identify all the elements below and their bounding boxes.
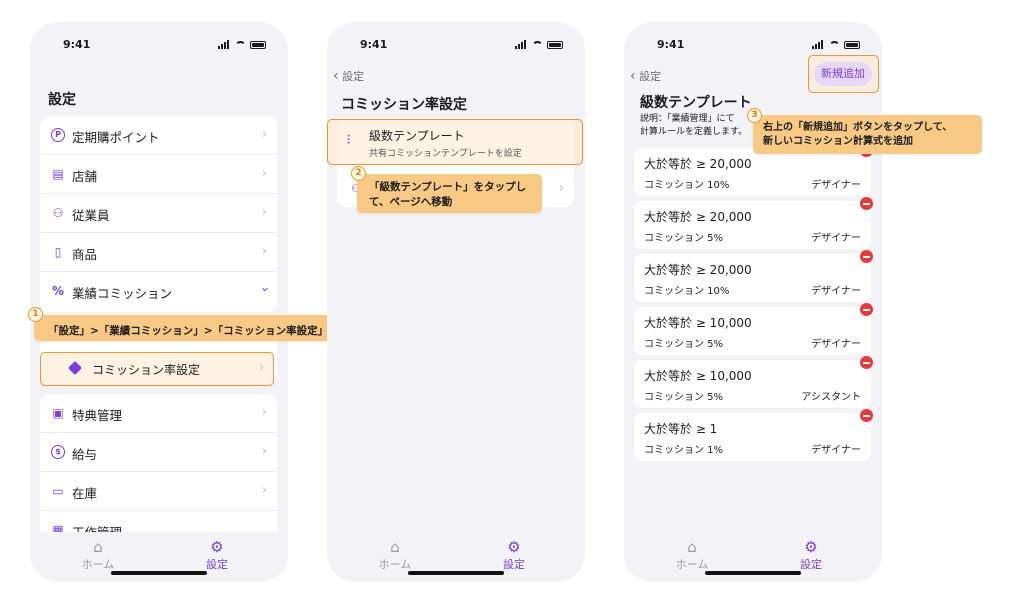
settings-item-inventory[interactable]: ▭ 在庫 › xyxy=(40,472,277,511)
home-indicator xyxy=(705,571,801,575)
gear-icon: ⚙ xyxy=(507,538,521,556)
settings-list-2: ▣ 特典管理 › $ 給与 › ▭ 在庫 › ▦ 工作管理 xyxy=(40,394,277,544)
status-bar: 9:41 xyxy=(327,38,585,52)
chevron-down-icon: › xyxy=(256,286,272,293)
staff-icon: ⚇ xyxy=(52,206,64,220)
salary-icon: $ xyxy=(51,445,65,459)
home-icon: ⌂ xyxy=(687,538,697,556)
chevron-right-icon: › xyxy=(261,127,267,142)
tab-bar: ⌂ ホーム ⚙ 設定 xyxy=(30,532,288,582)
rules-list: 大於等於 ≥ 20,000 コミッション 10% デザイナー 大於等於 ≥ 20… xyxy=(634,144,873,468)
home-indicator xyxy=(408,571,504,575)
tab-bar: ⌂ ホーム ⚙ 設定 xyxy=(327,532,585,582)
battery-icon xyxy=(547,40,563,49)
percent-icon: % xyxy=(51,284,65,298)
points-icon: P xyxy=(51,128,65,142)
chevron-right-icon: › xyxy=(558,181,564,196)
settings-item-staff[interactable]: ⚇ 従業員 › xyxy=(40,194,277,233)
page-title: 設定 xyxy=(48,92,76,108)
settings-item-store[interactable]: ▤ 店舗 › xyxy=(40,155,277,194)
settings-item-salary[interactable]: $ 給与 › xyxy=(40,433,277,472)
store-icon: ▤ xyxy=(52,167,64,181)
page-description: 説明：「業績管理」にて 計算ルールを定義します。 xyxy=(640,114,748,137)
status-time: 9:41 xyxy=(657,38,685,51)
chevron-right-icon: › xyxy=(261,205,267,220)
wifi-icon xyxy=(829,40,840,49)
phone-tier-template: 9:41 ‹ 設定 級数テンプレート 説明：「業績管理」にて 計算ルールを定義し… xyxy=(624,22,882,582)
page-title: 級数テンプレート xyxy=(640,95,752,111)
phone-commission-rate: 9:41 ‹ 設定 コミッション率設定 ⫶ 級数テンプレート 共有コミッションテ… xyxy=(327,22,585,582)
signal-icon xyxy=(515,40,528,49)
delete-icon[interactable] xyxy=(860,197,873,210)
delete-icon[interactable] xyxy=(860,356,873,369)
list-item[interactable]: 大於等於 ≥ 20,000 コミッション 10% デザイナー xyxy=(634,144,873,196)
tab-home[interactable]: ⌂ ホーム xyxy=(662,538,722,572)
chevron-right-icon: › xyxy=(261,244,267,259)
wifi-icon xyxy=(532,40,543,49)
delete-icon[interactable] xyxy=(860,303,873,316)
step-number-1: 1 xyxy=(28,307,43,322)
tab-home[interactable]: ⌂ ホーム xyxy=(68,538,128,572)
list-item[interactable]: 大於等於 ≥ 1 コミッション 1% デザイナー xyxy=(634,409,873,461)
home-icon: ⌂ xyxy=(390,538,400,556)
delete-icon[interactable] xyxy=(860,409,873,422)
diamond-icon xyxy=(67,360,83,376)
delete-icon[interactable] xyxy=(860,250,873,263)
gear-icon: ⚙ xyxy=(210,538,224,556)
settings-item-points[interactable]: P 定期購ポイント › xyxy=(40,116,277,155)
callout-step-3: 右上の「新規追加」ボタンをタップして、 新しいコミッション計算式を追加 xyxy=(753,115,982,154)
chevron-right-icon: › xyxy=(258,360,264,375)
status-time: 9:41 xyxy=(360,38,388,51)
chevron-right-icon: › xyxy=(261,405,267,420)
add-new-button[interactable]: 新規追加 xyxy=(814,62,872,86)
phone-settings: 9:41 設定 P 定期購ポイント › ▤ 店舗 › ⚇ 従業員 › ▯ 商品 … xyxy=(30,22,288,582)
callout-step-2: 「級数テンプレート」をタップし て、ページへ移動 xyxy=(357,174,542,213)
battery-icon xyxy=(250,40,266,49)
back-button[interactable]: ‹ 設定 xyxy=(333,68,364,84)
tab-settings[interactable]: ⚙ 設定 xyxy=(187,538,247,572)
tab-settings[interactable]: ⚙ 設定 xyxy=(484,538,544,572)
back-button[interactable]: ‹ 設定 xyxy=(630,68,661,84)
tab-settings[interactable]: ⚙ 設定 xyxy=(781,538,841,572)
page-title: コミッション率設定 xyxy=(341,97,467,113)
status-bar: 9:41 xyxy=(30,38,288,52)
list-item[interactable]: 大於等於 ≥ 20,000 コミッション 10% デザイナー xyxy=(634,250,873,302)
sliders-icon: ⫶ xyxy=(347,133,351,147)
settings-item-commission[interactable]: % 業績コミッション › xyxy=(40,272,277,311)
signal-icon xyxy=(812,40,825,49)
tab-home[interactable]: ⌂ ホーム xyxy=(365,538,425,572)
settings-item-benefit[interactable]: ▣ 特典管理 › xyxy=(40,394,277,433)
home-icon: ⌂ xyxy=(93,538,103,556)
callout-step-1: 「設定」>「業績コミッション」>「コミッション率設定」へ移動 xyxy=(34,315,374,341)
chevron-right-icon: › xyxy=(261,444,267,459)
step-number-2: 2 xyxy=(351,166,366,181)
settings-item-product[interactable]: ▯ 商品 › xyxy=(40,233,277,272)
product-icon: ▯ xyxy=(54,245,62,259)
list-item[interactable]: 大於等於 ≥ 20,000 コミッション 5% デザイナー xyxy=(634,197,873,249)
list-item[interactable]: 大於等於 ≥ 10,000 コミッション 5% デザイナー xyxy=(634,303,873,355)
signal-icon xyxy=(218,40,231,49)
list-item-template[interactable]: ⫶ 級数テンプレート 共有コミッションテンプレートを設定 xyxy=(327,119,583,165)
benefit-icon: ▣ xyxy=(52,406,64,420)
settings-item-commission-rate[interactable]: コミッション率設定 › xyxy=(40,352,274,386)
tab-bar: ⌂ ホーム ⚙ 設定 xyxy=(624,532,882,582)
chevron-left-icon: ‹ xyxy=(630,68,636,84)
list-item[interactable]: 大於等於 ≥ 10,000 コミッション 5% アシスタント xyxy=(634,356,873,408)
chevron-left-icon: ‹ xyxy=(333,68,339,84)
battery-icon xyxy=(844,40,860,49)
chevron-right-icon: › xyxy=(261,483,267,498)
status-time: 9:41 xyxy=(63,38,91,51)
gear-icon: ⚙ xyxy=(804,538,818,556)
settings-list: P 定期購ポイント › ▤ 店舗 › ⚇ 従業員 › ▯ 商品 › % 業績コミ… xyxy=(40,116,277,312)
status-bar: 9:41 xyxy=(624,38,882,52)
chevron-right-icon: › xyxy=(261,166,267,181)
wifi-icon xyxy=(235,40,246,49)
step-number-3: 3 xyxy=(747,108,762,123)
home-indicator xyxy=(111,571,207,575)
inventory-icon: ▭ xyxy=(52,484,64,498)
